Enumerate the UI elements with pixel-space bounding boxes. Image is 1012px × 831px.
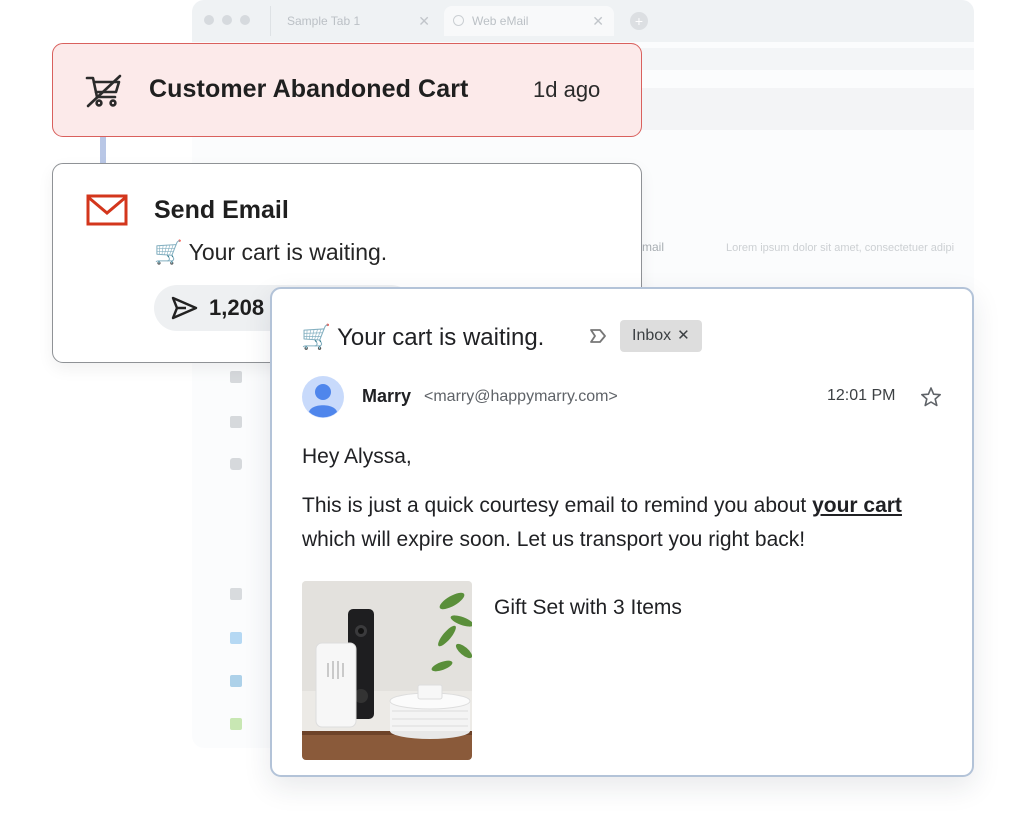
trash-icon xyxy=(230,416,242,428)
avatar[interactable] xyxy=(302,376,344,418)
folder-icon xyxy=(230,371,242,383)
email-subject: 🛒 Your cart is waiting. xyxy=(301,324,545,351)
inbox-label: Inbox xyxy=(632,327,672,344)
trigger-title: Customer Abandoned Cart xyxy=(149,75,469,103)
email-time: 12:01 PM xyxy=(827,387,896,404)
email-greeting: Hey Alyssa, xyxy=(302,445,412,468)
window-controls xyxy=(204,15,250,25)
action-title: Send Email xyxy=(154,196,289,224)
window-close-dot[interactable] xyxy=(204,15,214,25)
plus-icon[interactable]: + xyxy=(630,12,648,30)
tab-close-icon[interactable]: ✕ xyxy=(592,6,604,36)
workflow-connector xyxy=(100,136,106,164)
sent-count: 1,208 xyxy=(209,295,265,320)
label-icon xyxy=(230,632,242,644)
body-text-start: This is just a quick courtesy email to r… xyxy=(302,494,813,517)
chip-close-icon[interactable]: ✕ xyxy=(677,327,690,344)
body-text-end: which will expire soon. Let us transport… xyxy=(302,528,806,551)
sender-name: Marry xyxy=(362,386,412,406)
label-icon xyxy=(230,675,242,687)
email-subject-line: 🛒 Your cart is waiting. xyxy=(154,239,388,265)
email-preview: 🛒 Your cart is waiting. Inbox ✕ Marry <ma… xyxy=(270,287,974,777)
browser-tab-bar: Sample Tab 1 ✕ Web eMail ✕ + xyxy=(192,0,974,42)
browser-tab-sample[interactable]: Sample Tab 1 ✕ xyxy=(270,6,440,36)
email-body: This is just a quick courtesy email to r… xyxy=(302,489,952,557)
inbox-row-preview: Lorem ipsum dolor sit amet, consectetuer… xyxy=(726,242,955,254)
trigger-time: 1d ago xyxy=(533,77,601,102)
mail-toolbar xyxy=(632,88,974,130)
label-icon xyxy=(230,718,242,730)
sender-email: <marry@happymarry.com> xyxy=(424,388,618,405)
inbox-label-chip[interactable]: Inbox ✕ xyxy=(620,320,702,352)
cart-link[interactable]: your cart xyxy=(812,494,902,517)
tab-label: Sample Tab 1 xyxy=(287,14,361,28)
window-minimize-dot[interactable] xyxy=(222,15,232,25)
product-name: Gift Set with 3 Items xyxy=(494,596,682,619)
globe-icon xyxy=(453,15,464,26)
tab-close-icon[interactable]: ✕ xyxy=(418,6,430,36)
tab-label: Web eMail xyxy=(472,14,529,28)
inbox-row-label: mail xyxy=(642,240,665,254)
mail-icon xyxy=(86,194,128,226)
product-photo[interactable] xyxy=(302,581,472,760)
trigger-card[interactable]: Customer Abandoned Cart 1d ago xyxy=(52,43,642,137)
label-icon xyxy=(230,588,242,600)
star-icon[interactable] xyxy=(920,386,942,408)
send-icon xyxy=(171,296,198,320)
cart-off-icon xyxy=(85,74,122,108)
window-maximize-dot[interactable] xyxy=(240,15,250,25)
browser-tab-webmail[interactable]: Web eMail ✕ xyxy=(444,6,614,36)
lock-icon xyxy=(230,458,242,470)
label-icon[interactable] xyxy=(588,327,608,345)
